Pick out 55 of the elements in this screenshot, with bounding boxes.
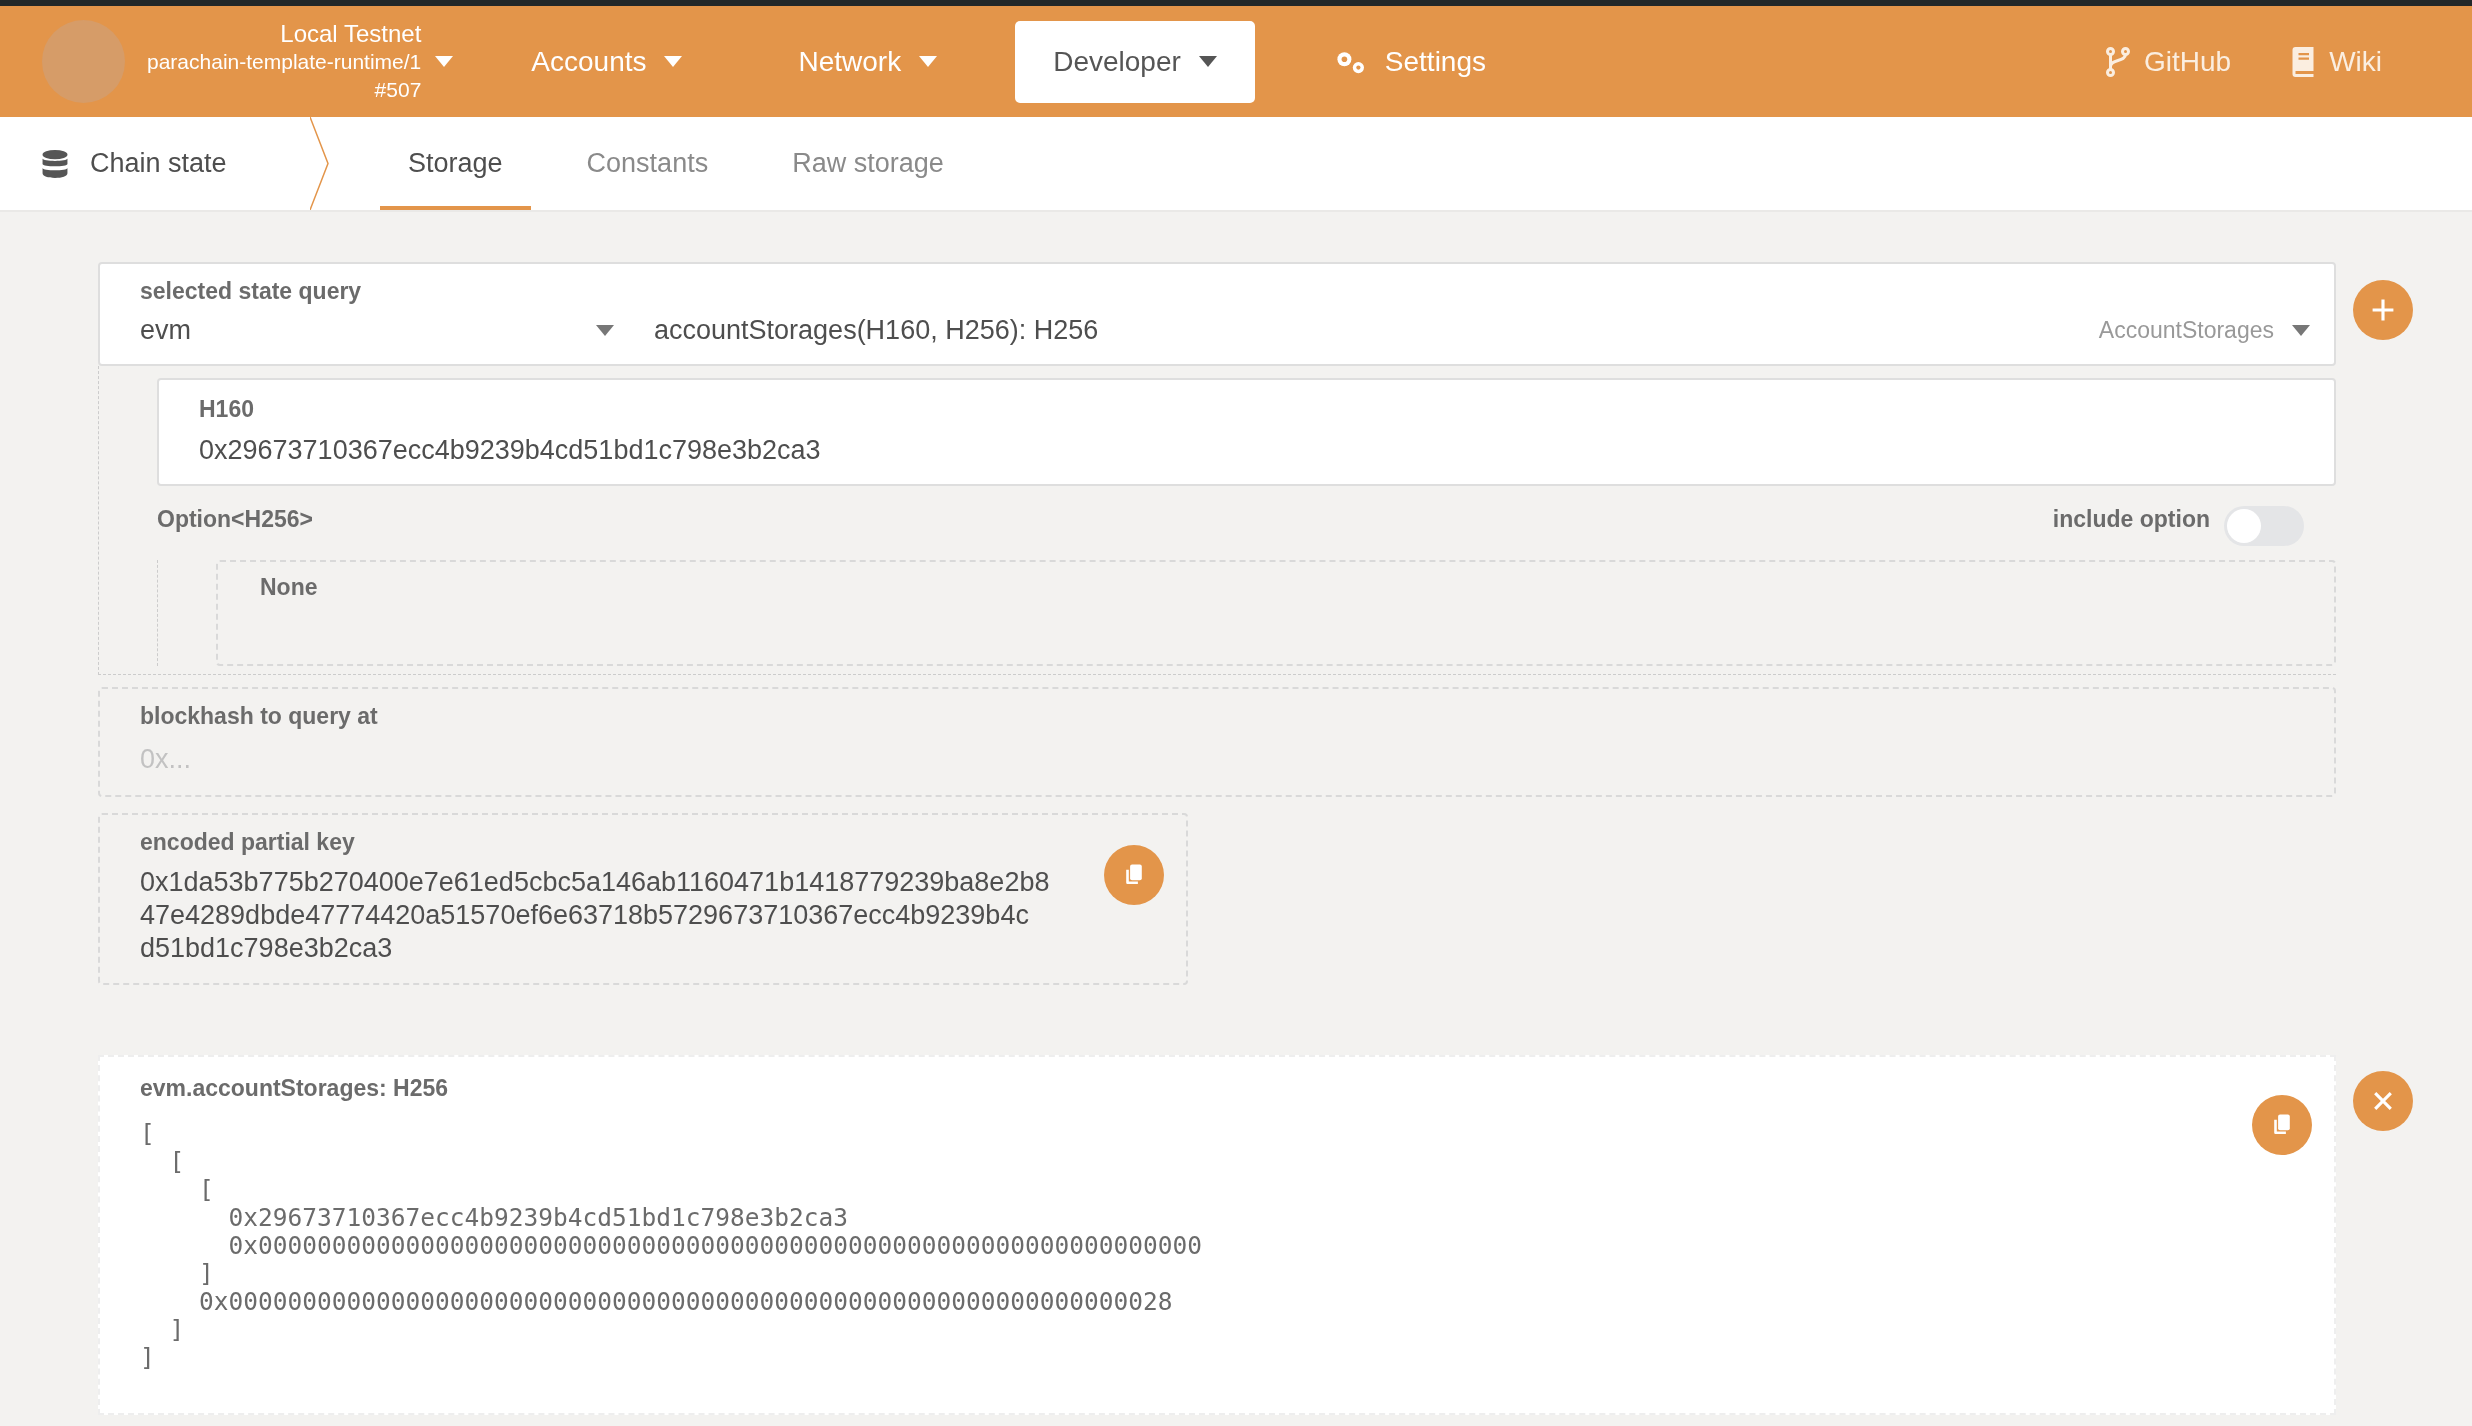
close-button[interactable] [2353, 1071, 2413, 1131]
tab[interactable]: Raw storage [764, 117, 972, 210]
caret-icon [596, 325, 614, 336]
field-label: blockhash to query at [140, 703, 378, 730]
param-input[interactable]: H160 0x29673710367ecc4b9239b4cd51bd1c798e3b2ca3 [157, 378, 2336, 486]
nav-menu[interactable]: Network [760, 20, 976, 103]
field-label: encoded partial key [140, 829, 355, 856]
field-label: H160 [199, 396, 254, 423]
result-line: [ [198, 1176, 214, 1204]
add-button[interactable] [2353, 280, 2413, 340]
module-dropdown[interactable]: evm [140, 315, 654, 346]
field-label: selected state query [140, 278, 362, 305]
result-line: [ [168, 1148, 185, 1176]
method-signature: accountStorages(H160, H256): H256 [654, 315, 1100, 346]
section-title: Chain state [90, 148, 227, 179]
method-dropdown[interactable]: accountStorages(H160, H256): H256 AccountStorages [654, 315, 2310, 346]
chain-selector[interactable]: Local Testnet parachain-template-runtime/1 #507 [147, 19, 454, 104]
result-title: evm.accountStorages: H256 [140, 1075, 449, 1102]
nav-menu[interactable]: Settings [1294, 20, 1524, 103]
toggle-label: include option [2052, 506, 2210, 533]
result-line: [ [140, 1120, 155, 1148]
tab[interactable]: Storage [380, 117, 531, 210]
block-number: #507 [374, 76, 422, 103]
copy-button[interactable] [1104, 845, 1164, 905]
result-line: ] [168, 1316, 185, 1344]
field-label: Option<H256> [157, 506, 313, 533]
method-name: AccountStorages [2098, 317, 2274, 344]
chain-name: Local Testnet [280, 19, 422, 48]
header-link[interactable]: Wiki [2291, 45, 2382, 78]
result-line: 0x29673710367ecc4b9239b4cd51bd1c798e3b2ca3 [227, 1204, 848, 1232]
caret-icon [919, 56, 938, 67]
encoded-key-text: d51bd1c798e3b2ca3 [140, 932, 393, 965]
copy-button[interactable] [2252, 1095, 2312, 1155]
result-line: ] [198, 1260, 214, 1288]
caret-icon [664, 56, 683, 67]
include-option-toggle[interactable] [2224, 506, 2304, 546]
header-link[interactable]: GitHub [2105, 45, 2232, 78]
tab[interactable]: Constants [558, 117, 737, 210]
result-line: 0x0000000000000000000000000000000000000000000000000000000000000028 [198, 1288, 1173, 1316]
nav-menu[interactable]: Developer [1015, 20, 1255, 103]
branch-icon [2105, 46, 2130, 77]
database-icon [42, 149, 68, 178]
book-icon [2291, 46, 2316, 77]
result-line: 0x0000000000000000000000000000000000000000000000000000000000000000 [227, 1232, 1203, 1260]
result-line: ] [140, 1344, 155, 1372]
runtime-version: parachain-template-runtime/1 [147, 48, 422, 75]
param-value: 0x29673710367ecc4b9239b4cd51bd1c798e3b2ca3 [199, 435, 821, 466]
option-value: None [260, 574, 318, 600]
nav-menu[interactable]: Accounts [493, 20, 721, 103]
caret-icon [435, 56, 454, 67]
caret-icon [1198, 56, 1217, 67]
plus-icon [2370, 297, 2396, 323]
encoded-key-text: 47e4289dbde47774420a51570ef6e63718b5729673710367ecc4b9239b4c [140, 899, 1029, 932]
caret-icon [2292, 325, 2310, 336]
encoded-key-text: 0x1da53b775b270400e7e61ed5cbc5a146ab1160471b1418779239ba8e2b8 [140, 866, 1050, 899]
